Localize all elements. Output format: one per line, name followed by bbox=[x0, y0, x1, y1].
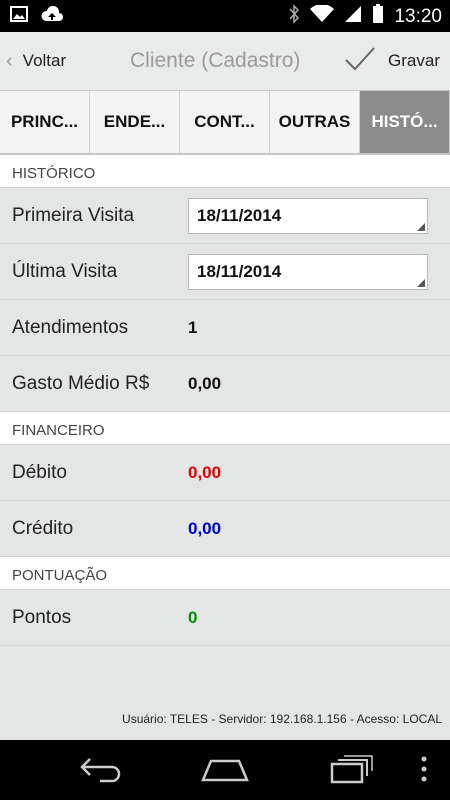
signal-icon bbox=[344, 5, 362, 28]
debito-row: Débito 0,00 bbox=[0, 445, 450, 501]
cloud-upload-icon bbox=[40, 5, 64, 27]
dropdown-corner-icon bbox=[417, 278, 425, 287]
session-info: Usuário: TELES - Servidor: 192.168.1.156… bbox=[122, 712, 442, 726]
pontos-value: 0 bbox=[188, 607, 198, 627]
page-title: Cliente (Cadastro) bbox=[130, 49, 301, 72]
tab-outras[interactable]: OUTRAS bbox=[270, 91, 360, 153]
pontos-row: Pontos 0 bbox=[0, 590, 450, 646]
recent-apps-icon[interactable] bbox=[330, 754, 374, 789]
overflow-menu-icon[interactable] bbox=[420, 754, 428, 789]
tab-contato[interactable]: CONT... bbox=[180, 91, 270, 153]
section-header-financeiro: FINANCEIRO bbox=[0, 412, 450, 445]
primeira-visita-label: Primeira Visita bbox=[12, 204, 135, 226]
atendimentos-row: Atendimentos 1 bbox=[0, 300, 450, 356]
gasto-medio-value: 0,00 bbox=[188, 373, 222, 393]
tab-historico[interactable]: HISTÓ... bbox=[360, 91, 450, 153]
gasto-medio-row: Gasto Médio R$ 0,00 bbox=[0, 356, 450, 412]
pontos-label: Pontos bbox=[12, 606, 72, 628]
ultima-visita-value: 18/11/2014 bbox=[197, 261, 282, 281]
section-header-historico: HISTÓRICO bbox=[0, 155, 450, 188]
chevron-left-icon: ‹ bbox=[6, 49, 13, 72]
debito-label: Débito bbox=[12, 461, 67, 483]
action-bar: ‹ Voltar Cliente (Cadastro) Gravar bbox=[0, 32, 450, 91]
back-label: Voltar bbox=[22, 51, 67, 70]
gasto-medio-label: Gasto Médio R$ bbox=[12, 372, 150, 394]
ultima-visita-field[interactable]: 18/11/2014 bbox=[188, 253, 428, 290]
primeira-visita-value: 18/11/2014 bbox=[197, 205, 282, 225]
primeira-visita-row: Primeira Visita 18/11/2014 bbox=[0, 188, 450, 244]
atendimentos-label: Atendimentos bbox=[12, 316, 129, 338]
back-button[interactable]: ‹ Voltar bbox=[6, 32, 66, 90]
save-button[interactable]: Gravar bbox=[344, 32, 440, 90]
navigation-bar bbox=[0, 740, 450, 800]
ultima-visita-row: Última Visita 18/11/2014 bbox=[0, 244, 450, 300]
credito-row: Crédito 0,00 bbox=[0, 501, 450, 557]
credito-value: 0,00 bbox=[188, 518, 222, 538]
image-icon bbox=[10, 6, 28, 27]
wifi-icon bbox=[310, 4, 335, 28]
atendimentos-value: 1 bbox=[188, 317, 198, 337]
ultima-visita-label: Última Visita bbox=[12, 260, 118, 282]
bluetooth-icon bbox=[288, 4, 300, 29]
clock: 13:20 bbox=[394, 5, 442, 27]
credito-label: Crédito bbox=[12, 517, 74, 539]
primeira-visita-field[interactable]: 18/11/2014 bbox=[188, 197, 428, 234]
back-nav-icon[interactable] bbox=[78, 754, 124, 789]
home-nav-icon[interactable] bbox=[200, 754, 250, 789]
form-content: HISTÓRICO Primeira Visita 18/11/2014 Últ… bbox=[0, 155, 450, 740]
section-header-pontuacao: PONTUAÇÃO bbox=[0, 557, 450, 590]
checkmark-icon bbox=[344, 46, 376, 77]
dropdown-corner-icon bbox=[417, 222, 425, 231]
tab-bar: PRINC... ENDE... CONT... OUTRAS HISTÓ... bbox=[0, 91, 450, 155]
tab-endereco[interactable]: ENDE... bbox=[90, 91, 180, 153]
tab-principal[interactable]: PRINC... bbox=[0, 91, 90, 153]
debito-value: 0,00 bbox=[188, 462, 222, 482]
save-label: Gravar bbox=[388, 51, 440, 70]
battery-icon bbox=[372, 4, 384, 29]
status-bar: 13:20 bbox=[0, 0, 450, 32]
